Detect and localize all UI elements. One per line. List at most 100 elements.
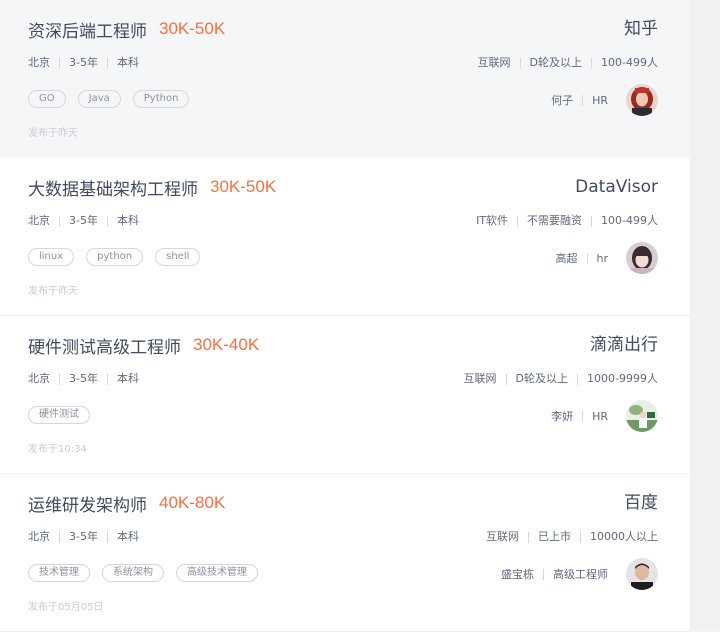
company-industry: 互联网 xyxy=(477,56,511,69)
recruiter-info[interactable]: 盛宝栋 高级工程师 xyxy=(501,558,658,590)
publish-time: 发布于昨天 xyxy=(28,128,78,139)
job-tag: 高级技术管理 xyxy=(176,564,258,582)
divider xyxy=(59,373,60,385)
divider xyxy=(586,252,588,264)
job-tag: linux xyxy=(28,248,75,266)
job-tag: Java xyxy=(77,90,121,108)
divider xyxy=(528,531,529,543)
girl-bangs-avatar[interactable] xyxy=(626,242,658,274)
job-location: 北京 xyxy=(28,372,50,385)
recruiter-title: HR xyxy=(592,409,608,423)
job-tag: python xyxy=(86,248,144,266)
company-size: 100-499人 xyxy=(601,56,658,69)
recruiter-info[interactable]: 李妍 HR xyxy=(551,400,658,432)
job-experience: 3-5年 xyxy=(69,214,98,227)
job-tag: 技术管理 xyxy=(28,564,90,582)
divider xyxy=(106,531,108,543)
job-education: 本科 xyxy=(116,530,139,543)
job-requirements: 北京 3-5年 本科 xyxy=(28,371,139,387)
recruiter-name: 盛宝栋 xyxy=(501,568,534,581)
company-size: 10000人以上 xyxy=(590,530,658,543)
outdoor-photo-avatar[interactable] xyxy=(626,400,658,432)
divider xyxy=(582,410,584,422)
recruiter-info[interactable]: 何子 HR xyxy=(551,84,658,116)
avatar-image xyxy=(626,242,658,274)
recruiter-name: 何子 xyxy=(551,94,574,107)
company-stage: D轮及以上 xyxy=(529,56,583,69)
recruiter-text: 高超 hr xyxy=(556,250,609,266)
man-short-hair-avatar[interactable] xyxy=(626,558,658,590)
job-title-row[interactable]: 运维研发架构师 40K-80K xyxy=(28,490,225,516)
job-tags: 技术管理 系统架构 高级技术管理 xyxy=(28,564,270,582)
company-info: 互联网 D轮及以上 1000-9999人 xyxy=(464,371,658,387)
recruiter-title: hr xyxy=(596,251,609,265)
divider xyxy=(106,215,108,227)
job-title[interactable]: 大数据基础架构工程师 xyxy=(28,175,198,200)
company-info: IT软件 不需要融资 100-499人 xyxy=(476,213,658,229)
job-card[interactable]: 资深后端工程师 30K-50K 知乎 北京 3-5年 本科 互联网 D轮及以上 … xyxy=(0,0,690,158)
job-experience: 3-5年 xyxy=(69,530,98,543)
job-experience: 3-5年 xyxy=(69,56,98,69)
job-card[interactable]: 硬件测试高级工程师 30K-40K 滴滴出行 北京 3-5年 本科 互联网 D轮… xyxy=(0,316,690,474)
job-tags: linux python shell xyxy=(28,248,212,266)
divider xyxy=(106,373,108,385)
job-tag: Python xyxy=(132,90,190,108)
company-stage: D轮及以上 xyxy=(515,372,569,385)
job-salary: 30K-50K xyxy=(210,177,277,196)
divider xyxy=(543,568,544,580)
job-salary: 40K-80K xyxy=(159,493,226,512)
recruiter-name: 高超 xyxy=(555,252,578,265)
divider xyxy=(505,373,507,385)
divider xyxy=(577,373,579,385)
divider xyxy=(59,57,60,69)
divider xyxy=(106,57,108,69)
scrollbar-track[interactable] xyxy=(690,0,720,629)
recruiter-info[interactable]: 高超 hr xyxy=(556,242,658,274)
recruiter-title: 高级工程师 xyxy=(553,568,608,581)
company-info: 互联网 D轮及以上 100-499人 xyxy=(478,55,658,71)
company-name[interactable]: DataVisor xyxy=(575,174,658,200)
recruiter-text: 李妍 HR xyxy=(551,408,608,424)
company-industry: 互联网 xyxy=(486,530,519,543)
job-education: 本科 xyxy=(116,214,139,227)
job-title-row[interactable]: 硬件测试高级工程师 30K-40K xyxy=(28,332,259,358)
company-name[interactable]: 百度 xyxy=(624,490,658,516)
job-experience: 3-5年 xyxy=(69,372,98,385)
job-card[interactable]: 大数据基础架构工程师 30K-50K DataVisor 北京 3-5年 本科 … xyxy=(0,158,690,316)
job-tags: 硬件测试 xyxy=(28,406,102,424)
job-requirements: 北京 3-5年 本科 xyxy=(28,55,139,71)
job-education: 本科 xyxy=(116,56,139,69)
job-tags: GO Java Python xyxy=(28,90,201,108)
job-location: 北京 xyxy=(28,214,50,227)
job-card[interactable]: 运维研发架构师 40K-80K 百度 北京 3-5年 本科 互联网 已上市 10… xyxy=(0,474,690,632)
company-name[interactable]: 知乎 xyxy=(624,16,658,42)
divider xyxy=(517,215,519,227)
divider xyxy=(59,215,60,227)
company-industry: 互联网 xyxy=(463,372,497,385)
job-location: 北京 xyxy=(28,56,50,69)
job-title-row[interactable]: 资深后端工程师 30K-50K xyxy=(28,16,225,42)
job-title[interactable]: 硬件测试高级工程师 xyxy=(28,333,181,358)
job-list: 资深后端工程师 30K-50K 知乎 北京 3-5年 本科 互联网 D轮及以上 … xyxy=(0,0,690,632)
job-tag: GO xyxy=(28,90,66,108)
job-title[interactable]: 资深后端工程师 xyxy=(28,17,147,42)
woman-red-hair-avatar[interactable] xyxy=(626,84,658,116)
job-location: 北京 xyxy=(28,530,50,543)
job-title-row[interactable]: 大数据基础架构工程师 30K-50K xyxy=(28,174,276,200)
job-salary: 30K-50K xyxy=(159,19,226,38)
job-tag: 硬件测试 xyxy=(28,406,90,424)
avatar-image xyxy=(626,400,658,432)
job-salary: 30K-40K xyxy=(193,335,260,354)
company-name[interactable]: 滴滴出行 xyxy=(590,332,658,358)
company-industry: IT软件 xyxy=(476,214,509,227)
divider xyxy=(59,531,60,543)
publish-time: 发布于05月05日 xyxy=(28,602,104,613)
job-title[interactable]: 运维研发架构师 xyxy=(28,491,147,516)
company-size: 1000-9999人 xyxy=(587,372,658,385)
job-requirements: 北京 3-5年 本科 xyxy=(28,213,139,229)
divider xyxy=(519,57,521,69)
avatar-image xyxy=(626,84,658,116)
company-info: 互联网 已上市 10000人以上 xyxy=(486,529,658,545)
company-stage: 不需要融资 xyxy=(527,214,583,227)
company-size: 100-499人 xyxy=(601,214,658,227)
